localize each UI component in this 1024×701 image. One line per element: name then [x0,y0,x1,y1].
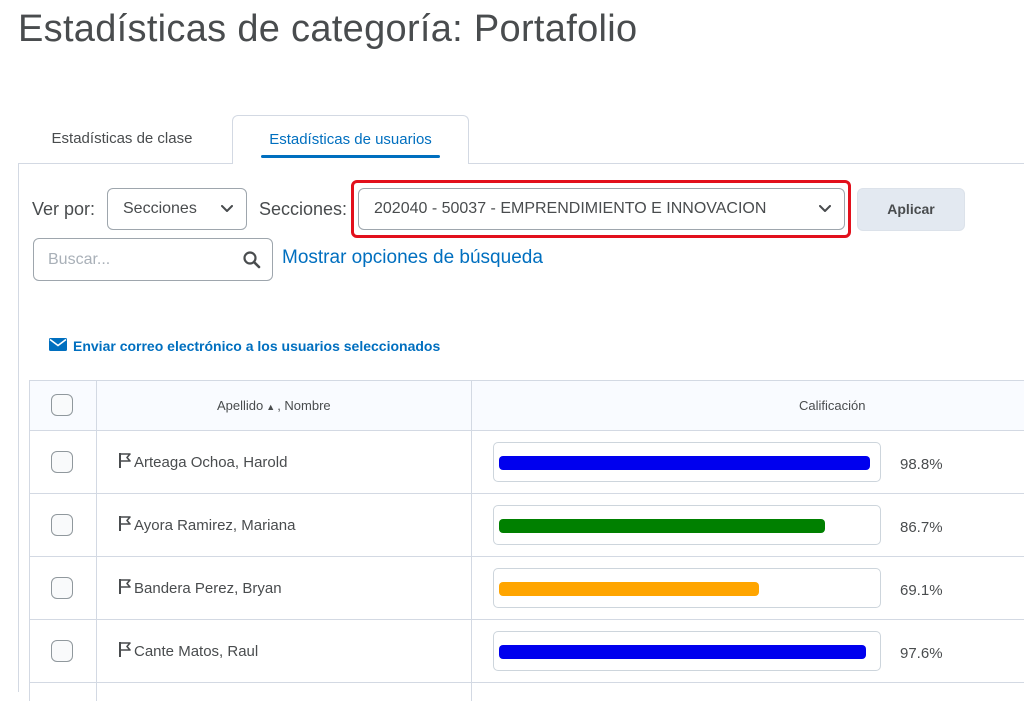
user-name-cell[interactable]: Arteaga Ochoa, Harold [118,452,287,473]
tab-user-stats[interactable]: Estadísticas de usuarios [232,115,469,164]
user-name-cell[interactable]: Ayora Ramirez, Mariana [118,515,295,536]
envelope-icon [49,338,67,354]
email-selected-link[interactable]: Enviar correo electrónico a los usuarios… [49,338,440,354]
row-checkbox[interactable] [51,451,73,473]
flag-icon [118,452,134,473]
row-divider [30,682,1024,683]
tab-class-stats-label: Estadísticas de clase [51,130,193,147]
row-checkbox[interactable] [51,640,73,662]
grade-bar-fill [499,645,866,659]
column-divider [96,381,97,701]
row-divider [30,430,1024,431]
user-name: Arteaga Ochoa, Harold [134,454,288,471]
tab-strip: Estadísticas de clase Estadísticas de us… [18,115,1024,164]
grade-bar [493,568,881,608]
search-options-link[interactable]: Mostrar opciones de búsqueda [282,247,543,269]
user-name-cell[interactable]: Bandera Perez, Bryan [118,578,282,599]
flag-icon [118,515,134,536]
annotation-highlight-box [351,180,851,238]
grade-bar [493,631,881,671]
grade-bar-fill [499,582,759,596]
select-all-checkbox[interactable] [51,394,73,416]
grade-percent: 98.8% [900,456,943,473]
search-icon[interactable] [242,250,262,275]
grade-percent: 86.7% [900,519,943,536]
flag-icon [118,578,134,599]
view-by-select[interactable]: Secciones [107,188,247,230]
search-box [33,238,273,281]
user-name-cell[interactable]: Cante Matos, Raul [118,641,258,662]
view-by-label: Ver por: [32,199,96,219]
search-input[interactable] [34,239,234,280]
sort-ascending-icon: ▲ [266,402,276,412]
user-name: Ayora Ramirez, Mariana [134,517,296,534]
row-divider [30,493,1024,494]
grade-bar [493,442,881,482]
user-name: Cante Matos, Raul [134,643,259,660]
tab-class-stats[interactable]: Estadísticas de clase [30,115,214,163]
grade-bar-fill [499,519,825,533]
row-divider [30,619,1024,620]
name-column-header[interactable]: Apellido ▲, Nombre [217,398,331,413]
chevron-down-icon [221,189,233,213]
row-checkbox[interactable] [51,577,73,599]
sections-label: Secciones: [259,199,348,219]
row-checkbox[interactable] [51,514,73,536]
grade-bar-fill [499,456,870,470]
row-divider [30,556,1024,557]
user-name: Bandera Perez, Bryan [134,580,282,597]
grade-column-header: Calificación [799,398,866,413]
grade-percent: 69.1% [900,582,943,599]
active-tab-indicator [261,155,440,158]
email-selected-label: Enviar correo electrónico a los usuarios… [73,338,441,354]
flag-icon [118,641,134,662]
page-title: Estadísticas de categoría: Portafolio [18,8,638,50]
view-by-value: Secciones [123,200,197,217]
user-stats-table: Apellido ▲, Nombre Calificación Arteaga O… [29,380,1024,701]
first-name-sort-link[interactable]: , Nombre [277,398,330,413]
apply-button[interactable]: Aplicar [857,188,965,231]
grade-percent: 97.6% [900,645,943,662]
last-name-sort-link[interactable]: Apellido [217,398,263,413]
tab-user-stats-label: Estadísticas de usuarios [269,131,432,148]
column-divider [471,381,472,701]
table-header [30,381,1024,430]
grade-bar [493,505,881,545]
